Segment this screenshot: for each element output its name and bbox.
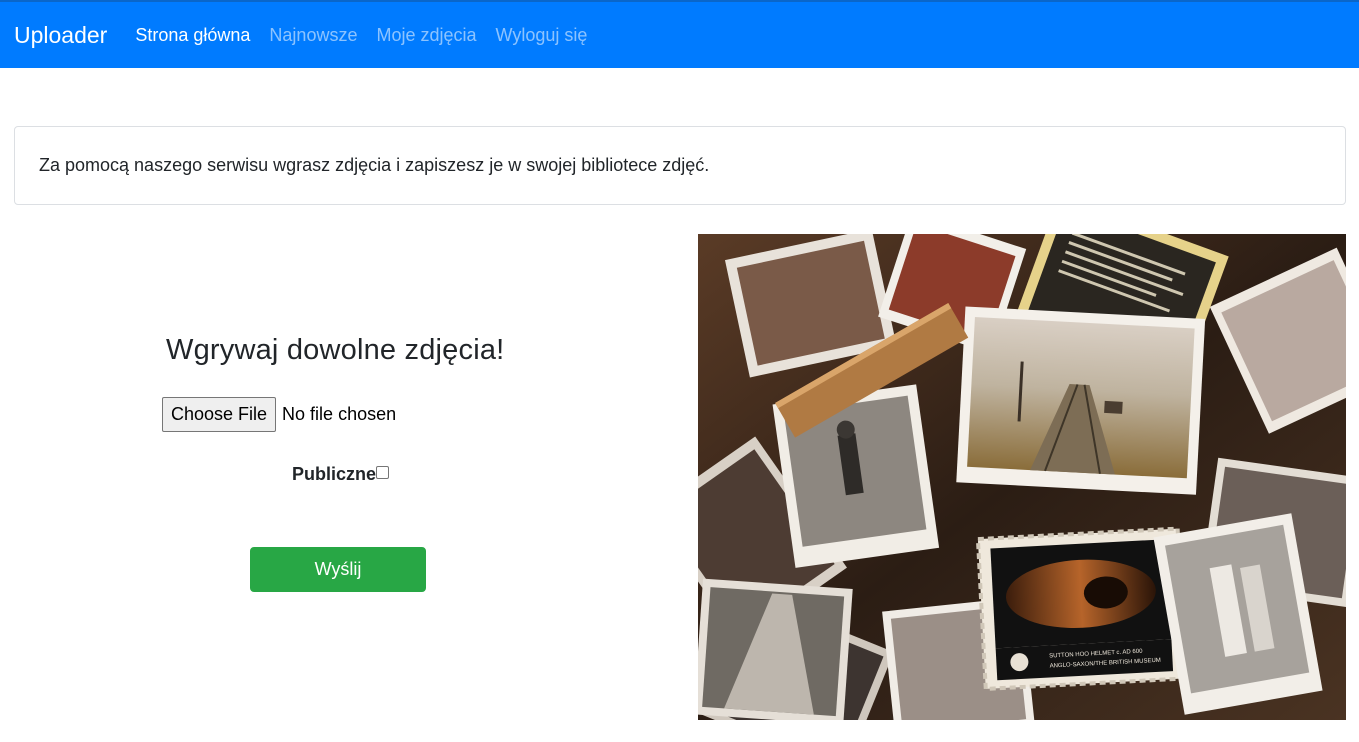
file-status-text: No file chosen [282, 404, 397, 424]
nav-link-newest[interactable]: Najnowsze [269, 25, 357, 46]
upload-title: Wgrywaj dowolne zdjęcia! [166, 334, 505, 366]
info-text: Za pomocą naszego serwisu wgrasz zdjęcia… [39, 155, 710, 175]
file-input[interactable]: Choose File No file chosen [162, 397, 396, 432]
photo-collage-image: SUTTON HOO HELMET c. AD 600 ANGLO-SAXON/… [698, 234, 1346, 720]
nav-link-home[interactable]: Strona główna [135, 25, 250, 46]
nav-link-logout[interactable]: Wyloguj się [496, 25, 588, 46]
public-checkbox[interactable] [376, 466, 390, 479]
submit-button[interactable]: Wyślij [250, 547, 426, 592]
nav-link-my-photos[interactable]: Moje zdjęcia [376, 25, 476, 46]
info-card: Za pomocą naszego serwisu wgrasz zdjęcia… [14, 126, 1346, 205]
choose-file-button[interactable]: Choose File [162, 397, 277, 432]
navbar: Uploader Strona główna Najnowsze Moje zd… [0, 0, 1359, 68]
public-option: Publiczne [292, 464, 390, 485]
photo-collage-illustration: SUTTON HOO HELMET c. AD 600 ANGLO-SAXON/… [698, 234, 1346, 720]
brand-link[interactable]: Uploader [14, 22, 107, 49]
public-label[interactable]: Publiczne [292, 464, 376, 485]
